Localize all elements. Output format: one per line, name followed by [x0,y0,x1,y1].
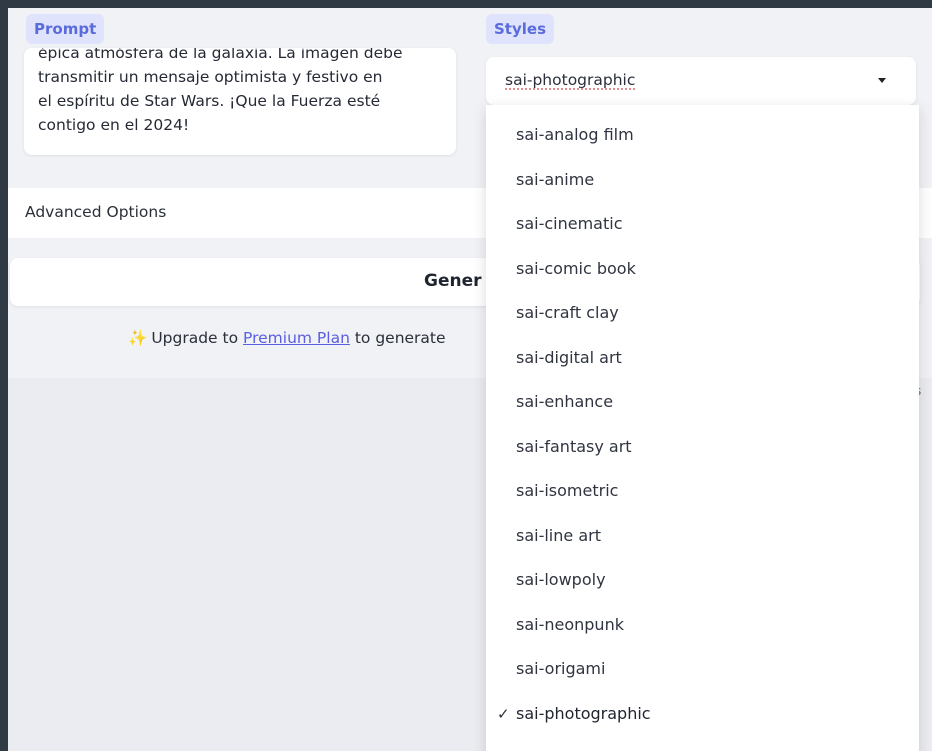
prompt-textarea[interactable]: épica atmósfera de la galaxia. La imagen… [24,48,456,155]
dropdown-option-label: sai-comic book [516,258,636,278]
styles-label: Styles [486,14,554,44]
styles-dropdown-menu: sai-analog film sai-anime sai-cinematic sai… [486,105,919,751]
caret-down-icon [878,78,886,83]
dropdown-option[interactable]: sai-analog film [486,113,919,158]
check-icon: ✓ [497,704,510,723]
upgrade-suffix: to generate [354,329,446,347]
styles-selected-value: sai-photographic [505,71,636,89]
dropdown-option-label: sai-cinematic [516,214,623,233]
dropdown-option-label: sai-analog film [516,125,634,144]
generate-label: Gener [424,271,482,291]
dropdown-option[interactable]: sai-comic book [486,247,919,292]
dropdown-option[interactable]: sai-craft clay [486,291,919,336]
dropdown-option-label: sai-craft clay [516,303,619,322]
prompt-label: Prompt [26,14,105,44]
upgrade-prefix: Upgrade to [151,329,239,347]
styles-select[interactable]: sai-photographic [486,57,916,105]
dropdown-option[interactable]: sai-digital art [486,336,919,381]
dropdown-option-label: sai-origami [516,659,606,678]
sparkle-icon: ✨ [128,329,148,347]
prompt-text: épica atmósfera de la galaxia. La imagen… [38,48,403,134]
advanced-options-label: Advanced Options [25,203,167,221]
dropdown-option[interactable]: ✓ sai-photographic [486,692,919,737]
dropdown-option[interactable]: sai-lowpoly [486,558,919,603]
dropdown-option-label: sai-enhance [516,392,614,411]
dropdown-option[interactable]: sai-isometric [486,469,919,514]
dropdown-option-label: sai-fantasy art [516,436,632,456]
premium-plan-link[interactable]: Premium Plan [243,329,350,347]
app-frame: Prompt Styles épica atmósfera de la gala… [8,8,932,751]
dropdown-option[interactable]: sai-pixel art [486,736,919,751]
dropdown-option[interactable]: sai-cinematic [486,202,919,247]
dropdown-option-label: sai-photographic [516,703,651,723]
dropdown-option-label: sai-isometric [516,481,619,500]
dropdown-option[interactable]: sai-line art [486,514,919,559]
dropdown-option[interactable]: sai-enhance [486,380,919,425]
dropdown-option-label: sai-lowpoly [516,570,606,589]
dropdown-option[interactable]: sai-neonpunk [486,603,919,648]
dropdown-option[interactable]: sai-anime [486,158,919,203]
dropdown-option[interactable]: sai-fantasy art [486,425,919,470]
dropdown-option-label: sai-anime [516,169,595,189]
dropdown-option-label: sai-neonpunk [516,614,624,634]
dropdown-option-label: sai-digital art [516,347,622,367]
dropdown-option[interactable]: sai-origami [486,647,919,692]
dropdown-option-label: sai-line art [516,525,601,545]
upgrade-message: ✨ Upgrade to Premium Plan to generate [128,329,446,347]
